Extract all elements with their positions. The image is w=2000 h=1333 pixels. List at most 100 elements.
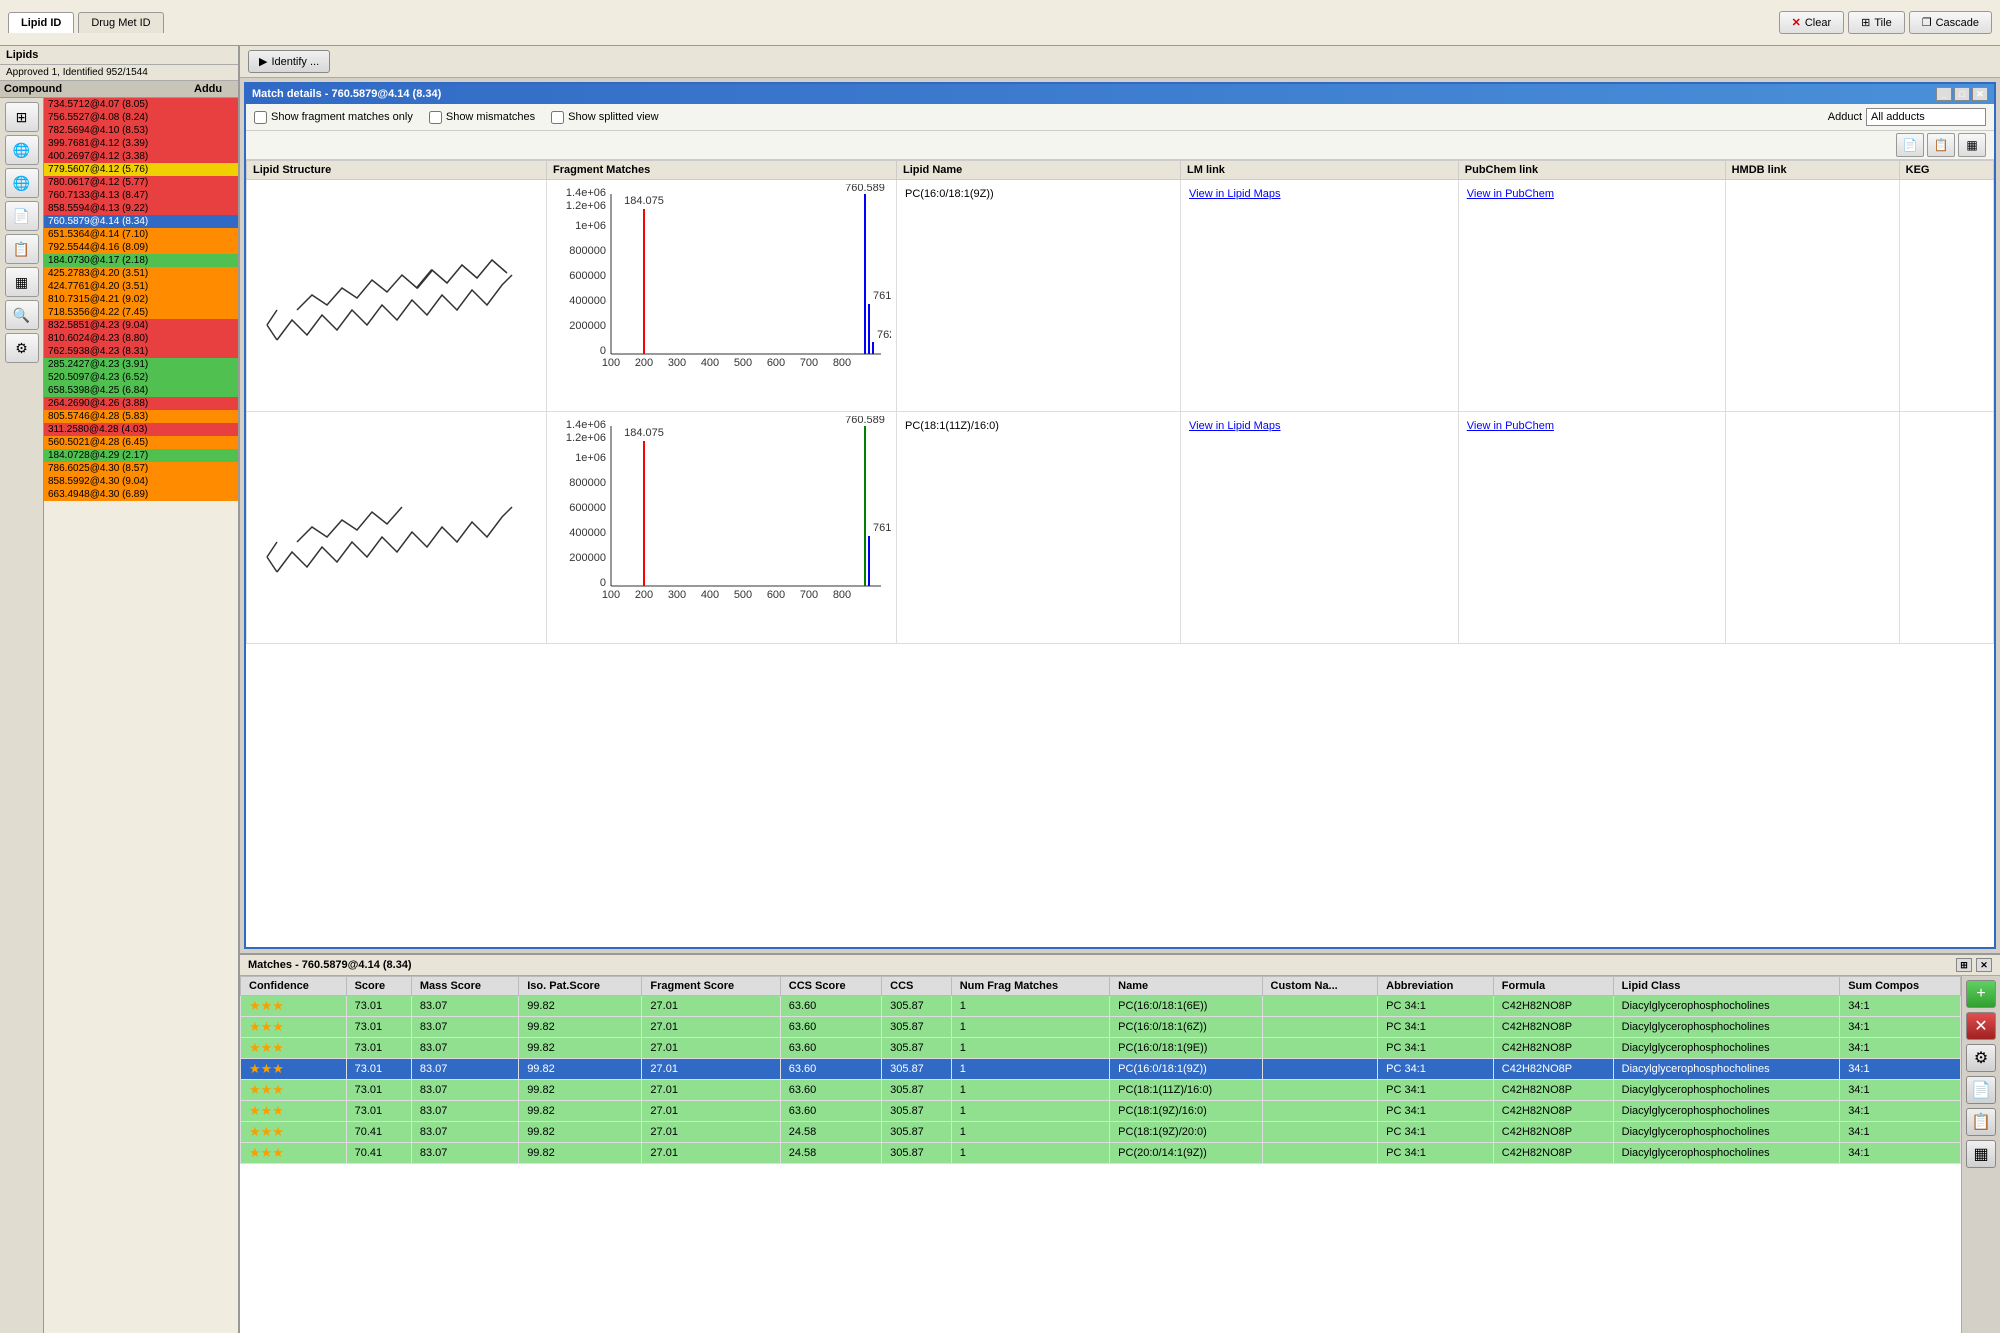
svg-text:800: 800 xyxy=(833,357,851,369)
view-pubchem-1[interactable]: View in PubChem xyxy=(1467,188,1554,200)
fragment-chart-1: 0 200000 400000 600000 800000 1e+06 1.2e… xyxy=(547,180,897,412)
table-row[interactable]: ★★★73.0183.0799.8227.0163.60305.871PC(18… xyxy=(241,1080,1961,1101)
fragment-matches-checkbox[interactable] xyxy=(254,111,267,124)
compound-item[interactable]: 520.5097@4.23 (6.52) xyxy=(44,371,238,384)
svg-text:500: 500 xyxy=(734,357,752,369)
compound-item[interactable]: 762.5938@4.23 (8.31) xyxy=(44,345,238,358)
mismatches-checkbox[interactable] xyxy=(429,111,442,124)
add-btn[interactable]: + xyxy=(1966,980,1996,1008)
compound-item[interactable]: 400.2697@4.12 (3.38) xyxy=(44,150,238,163)
compound-item[interactable]: 424.7761@4.20 (3.51) xyxy=(44,280,238,293)
compound-item[interactable]: 805.5746@4.28 (5.83) xyxy=(44,410,238,423)
compound-item[interactable]: 810.7315@4.21 (9.02) xyxy=(44,293,238,306)
table-row[interactable]: ★★★73.0183.0799.8227.0163.60305.871PC(16… xyxy=(241,1038,1961,1059)
table-row[interactable]: ★★★73.0183.0799.8227.0163.60305.871PC(16… xyxy=(241,1017,1961,1038)
compound-item[interactable]: 658.5398@4.25 (6.84) xyxy=(44,384,238,397)
svg-text:200000: 200000 xyxy=(569,552,606,564)
fragment-chart-2: 0 200000 400000 600000 800000 1e+06 1.2e… xyxy=(547,412,897,644)
icon-btn-8[interactable]: ⚙ xyxy=(5,333,39,363)
compound-item[interactable]: 760.7133@4.13 (8.47) xyxy=(44,189,238,202)
compound-item[interactable]: 786.6025@4.30 (8.57) xyxy=(44,462,238,475)
clear-button[interactable]: ✕ Clear xyxy=(1779,11,1845,34)
svg-text:400: 400 xyxy=(701,357,719,369)
num-frag-cell: 1 xyxy=(951,1059,1109,1080)
table-row[interactable]: ★★★73.0183.0799.8227.0163.60305.871PC(16… xyxy=(241,996,1961,1017)
close-btn[interactable]: ✕ xyxy=(1972,87,1988,101)
tile-button[interactable]: ⊞ Tile xyxy=(1848,11,1905,34)
table-btn[interactable]: ▦ xyxy=(1966,1140,1996,1168)
compound-item[interactable]: 756.5527@4.08 (8.24) xyxy=(44,111,238,124)
compound-item[interactable]: 425.2783@4.20 (3.51) xyxy=(44,267,238,280)
fragment-matches-check[interactable]: Show fragment matches only xyxy=(254,111,413,124)
compound-item[interactable]: 560.5021@4.28 (6.45) xyxy=(44,436,238,449)
table-row[interactable]: ★★★70.4183.0799.8227.0124.58305.871PC(20… xyxy=(241,1143,1961,1164)
compound-item[interactable]: 663.4948@4.30 (6.89) xyxy=(44,488,238,501)
copy-btn[interactable]: 📋 xyxy=(1966,1108,1996,1136)
cascade-button[interactable]: ❐ Cascade xyxy=(1909,11,1992,34)
star-rating: ★★★ xyxy=(249,1019,284,1034)
lm-link-2[interactable]: View in Lipid Maps xyxy=(1181,412,1459,644)
compound-item[interactable]: 858.5992@4.30 (9.04) xyxy=(44,475,238,488)
icon-btn-6[interactable]: ▦ xyxy=(5,267,39,297)
adduct-dropdown[interactable]: All adducts xyxy=(1866,108,1986,126)
compound-item[interactable]: 760.5879@4.14 (8.34) xyxy=(44,215,238,228)
compound-item[interactable]: 810.6024@4.23 (8.80) xyxy=(44,332,238,345)
compound-item[interactable]: 399.7681@4.12 (3.39) xyxy=(44,137,238,150)
compound-item[interactable]: 858.5594@4.13 (9.22) xyxy=(44,202,238,215)
settings-btn[interactable]: ⚙ xyxy=(1966,1044,1996,1072)
compound-item[interactable]: 184.0728@4.29 (2.17) xyxy=(44,449,238,462)
bottom-restore-btn[interactable]: ⊞ xyxy=(1956,958,1972,972)
formula-cell: C42H82NO8P xyxy=(1493,1101,1613,1122)
splitted-check[interactable]: Show splitted view xyxy=(551,111,659,124)
icon-btn-7[interactable]: 🔍 xyxy=(5,300,39,330)
table-row[interactable]: ★★★73.0183.0799.8227.0163.60305.871PC(16… xyxy=(241,1059,1961,1080)
identify-button[interactable]: ▶ Identify ... xyxy=(248,50,330,73)
icon-btn-5[interactable]: 📋 xyxy=(5,234,39,264)
table-row[interactable]: ★★★73.0183.0799.8227.0163.60305.871PC(18… xyxy=(241,1101,1961,1122)
num-frag-cell: 1 xyxy=(951,1038,1109,1059)
icon-btn-1[interactable]: ⊞ xyxy=(5,102,39,132)
compound-item[interactable]: 285.2427@4.23 (3.91) xyxy=(44,358,238,371)
copy-icon-btn[interactable]: 📋 xyxy=(1927,133,1955,157)
compound-item[interactable]: 651.5364@4.14 (7.10) xyxy=(44,228,238,241)
pubchem-link-2[interactable]: View in PubChem xyxy=(1458,412,1725,644)
compound-item[interactable]: 780.0617@4.12 (5.77) xyxy=(44,176,238,189)
bottom-close-btn[interactable]: ✕ xyxy=(1976,958,1992,972)
compound-item[interactable]: 832.5851@4.23 (9.04) xyxy=(44,319,238,332)
tab-drug-met-id[interactable]: Drug Met ID xyxy=(78,12,163,33)
compound-item[interactable]: 264.2690@4.26 (3.88) xyxy=(44,397,238,410)
compound-item[interactable]: 782.5694@4.10 (8.53) xyxy=(44,124,238,137)
compound-item[interactable]: 184.0730@4.17 (2.18) xyxy=(44,254,238,267)
mismatches-check[interactable]: Show mismatches xyxy=(429,111,535,124)
view-pubchem-2[interactable]: View in PubChem xyxy=(1467,420,1554,432)
icon-btn-4[interactable]: 📄 xyxy=(5,201,39,231)
minimize-btn[interactable]: _ xyxy=(1936,87,1952,101)
maximize-btn[interactable]: □ xyxy=(1954,87,1970,101)
icon-btn-2[interactable]: 🌐 xyxy=(5,135,39,165)
tab-lipid-id[interactable]: Lipid ID xyxy=(8,12,74,33)
compound-item[interactable]: 792.5544@4.16 (8.09) xyxy=(44,241,238,254)
export-icon-btn[interactable]: 📄 xyxy=(1896,133,1924,157)
custom-cell xyxy=(1262,996,1378,1017)
export-doc-btn[interactable]: 📄 xyxy=(1966,1076,1996,1104)
bottom-table: Confidence Score Mass Score Iso. Pat.Sco… xyxy=(240,976,1961,1164)
table-row[interactable]: ★★★70.4183.0799.8227.0124.58305.871PC(18… xyxy=(241,1122,1961,1143)
icon-btn-3[interactable]: 🌐 xyxy=(5,168,39,198)
lm-link-1[interactable]: View in Lipid Maps xyxy=(1181,180,1459,412)
remove-btn[interactable]: ✕ xyxy=(1966,1012,1996,1040)
view-lipid-maps-2[interactable]: View in Lipid Maps xyxy=(1189,420,1281,432)
view-lipid-maps-1[interactable]: View in Lipid Maps xyxy=(1189,188,1281,200)
bottom-right-buttons: + ✕ ⚙ 📄 📋 ▦ xyxy=(1961,976,2000,1333)
th-score: Score xyxy=(346,977,411,996)
compound-item[interactable]: 311.2580@4.28 (4.03) xyxy=(44,423,238,436)
compound-item[interactable]: 718.5356@4.22 (7.45) xyxy=(44,306,238,319)
table-icon-btn[interactable]: ▦ xyxy=(1958,133,1986,157)
name-cell: PC(18:1(9Z)/20:0) xyxy=(1110,1122,1262,1143)
th-ccs: CCS xyxy=(882,977,952,996)
pubchem-link-1[interactable]: View in PubChem xyxy=(1458,180,1725,412)
compound-item[interactable]: 734.5712@4.07 (8.05) xyxy=(44,98,238,111)
splitted-checkbox[interactable] xyxy=(551,111,564,124)
th-formula: Formula xyxy=(1493,977,1613,996)
compound-item[interactable]: 779.5607@4.12 (5.76) xyxy=(44,163,238,176)
th-iso: Iso. Pat.Score xyxy=(519,977,642,996)
